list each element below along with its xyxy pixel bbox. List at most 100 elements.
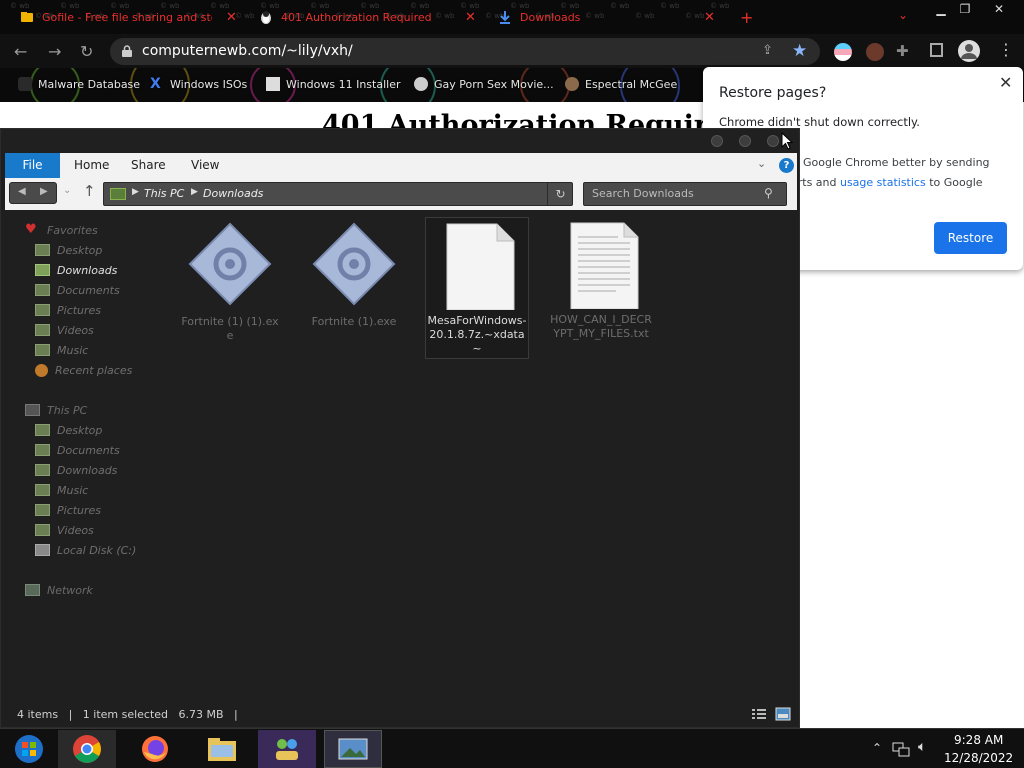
sidebar-item-downloads[interactable]: Downloads xyxy=(35,461,117,479)
sidebar-this-pc[interactable]: This PC xyxy=(25,401,87,419)
start-button[interactable] xyxy=(0,730,58,768)
forward-arrow-icon[interactable]: → xyxy=(48,42,61,61)
sidebar-network[interactable]: Network xyxy=(25,581,93,599)
tab-close-icon[interactable]: ✕ xyxy=(704,10,715,25)
help-icon[interactable]: ? xyxy=(779,158,794,173)
address-bar[interactable]: computernewb.com/~lily/vxh/ ⇪ ★ xyxy=(110,38,820,65)
x-logo-icon: X xyxy=(150,76,161,92)
bookmark-espectral-mcgee[interactable]: Espectral McGee xyxy=(565,77,677,91)
bookmark-star-icon[interactable]: ★ xyxy=(792,41,807,61)
tab-close-icon[interactable]: ✕ xyxy=(465,10,476,25)
clock-time[interactable]: 9:28 AM xyxy=(954,733,1003,747)
sidebar-label: Videos xyxy=(57,323,94,337)
large-icons-view-icon[interactable] xyxy=(775,707,791,721)
browser-toolbar: ← → ↻ computernewb.com/~lily/vxh/ ⇪ ★ ✚ … xyxy=(0,34,1024,68)
executable-icon xyxy=(312,222,396,306)
share-icon[interactable]: ⇪ xyxy=(762,43,773,58)
file-item-selected[interactable]: MesaForWindows-20.1.8.7z.~xdata~ xyxy=(425,217,529,359)
profile-avatar-icon[interactable] xyxy=(958,40,980,62)
expand-ribbon-chevron-icon[interactable]: ⌄ xyxy=(757,157,766,170)
music-folder-icon xyxy=(35,344,50,356)
close-window-button[interactable]: ✕ xyxy=(984,0,1014,18)
bookmark-malware-database[interactable]: Malware Database xyxy=(18,77,140,91)
restore-window-button[interactable]: ❐ xyxy=(950,0,980,18)
search-icon[interactable]: ⚲ xyxy=(764,186,773,200)
network-icon[interactable] xyxy=(892,741,910,757)
menu-kebab-icon[interactable]: ⋮ xyxy=(998,40,1014,59)
tab-share[interactable]: Share xyxy=(131,153,166,178)
tab-downloads[interactable]: Downloads ✕ xyxy=(498,6,718,28)
bookmark-windows-isos[interactable]: X Windows ISOs xyxy=(150,77,247,91)
search-box[interactable]: Search Downloads ⚲ xyxy=(583,182,787,206)
close-button[interactable] xyxy=(767,135,779,147)
taskbar-app-users[interactable] xyxy=(258,730,316,768)
breadcrumb-downloads[interactable]: Downloads xyxy=(203,187,263,200)
bookmark-label: Windows ISOs xyxy=(170,77,248,91)
clock-date[interactable]: 12/28/2022 xyxy=(944,751,1013,765)
chrome-icon xyxy=(73,735,101,763)
sidebar-label: Pictures xyxy=(57,303,102,317)
bookmark-movie[interactable]: Gay Porn Sex Movie... xyxy=(414,77,554,91)
maximize-button[interactable] xyxy=(739,135,751,147)
bookmark-windows-11-installer[interactable]: Windows 11 Installer xyxy=(266,77,401,91)
tab-gofile[interactable]: Gofile - Free file sharing and sto ✕ xyxy=(20,6,240,28)
file-item[interactable]: Fortnite (1).exe xyxy=(303,221,405,351)
sidebar-favorites[interactable]: ♥ Favorites xyxy=(25,221,98,239)
tab-close-icon[interactable]: ✕ xyxy=(226,10,237,25)
show-hidden-icons-chevron-icon[interactable]: ⌃ xyxy=(872,741,882,755)
taskbar-file-explorer[interactable] xyxy=(193,730,251,768)
back-arrow-icon[interactable]: ◀ xyxy=(18,186,26,197)
details-view-icon[interactable] xyxy=(751,707,767,721)
tab-search-chevron-icon[interactable]: ⌄ xyxy=(898,8,908,22)
sidebar-item-documents[interactable]: Documents xyxy=(35,281,120,299)
file-item[interactable]: HOW_CAN_I_DECRYPT_MY_FILES.txt xyxy=(549,221,653,361)
file-name: Fortnite (1).exe xyxy=(311,315,397,328)
back-arrow-icon[interactable]: ← xyxy=(14,42,27,61)
tab-view[interactable]: View xyxy=(191,153,219,178)
volume-icon[interactable]: 🔈︎ xyxy=(918,739,926,755)
usage-statistics-link[interactable]: usage statistics xyxy=(840,176,926,189)
sidebar-item-desktop[interactable]: Desktop xyxy=(35,421,102,439)
minimize-button[interactable] xyxy=(711,135,723,147)
sidebar-item-music[interactable]: Music xyxy=(35,481,88,499)
refresh-icon[interactable]: ↻ xyxy=(547,183,573,205)
heart-icon: ♥ xyxy=(25,222,37,237)
taskbar-image-viewer[interactable] xyxy=(324,730,382,768)
tab-home[interactable]: Home xyxy=(74,153,109,178)
sidebar-item-desktop[interactable]: Desktop xyxy=(35,241,102,259)
side-panel-icon[interactable] xyxy=(930,43,943,57)
recent-locations-chevron-icon[interactable]: ⌄ xyxy=(63,185,71,196)
sidebar-item-recent-places[interactable]: Recent places xyxy=(35,361,132,379)
reload-icon[interactable]: ↻ xyxy=(80,42,93,61)
address-bar[interactable]: ▶ This PC ▶ Downloads ↻ xyxy=(103,182,573,206)
sidebar-item-local-disk[interactable]: Local Disk (C:) xyxy=(35,541,136,559)
sidebar-label: Documents xyxy=(57,283,120,297)
sidebar-item-music[interactable]: Music xyxy=(35,341,88,359)
close-icon[interactable]: ✕ xyxy=(999,73,1012,92)
extension-flag-icon[interactable] xyxy=(834,43,852,61)
file-item[interactable]: Fortnite (1) (1).exe xyxy=(179,221,281,351)
explorer-titlebar[interactable] xyxy=(1,129,799,153)
up-arrow-icon[interactable]: ↑ xyxy=(83,182,96,200)
sidebar-item-pictures[interactable]: Pictures xyxy=(35,501,101,519)
tab-file[interactable]: File xyxy=(5,153,60,178)
sidebar-item-videos[interactable]: Videos xyxy=(35,321,94,339)
status-bar: 4 items | 1 item selected 6.73 MB | xyxy=(1,703,799,727)
new-tab-button[interactable]: + xyxy=(740,8,753,27)
clock-icon xyxy=(35,363,48,377)
extension-avatar-icon[interactable] xyxy=(866,43,884,61)
sidebar-item-pictures[interactable]: Pictures xyxy=(35,301,101,319)
taskbar-firefox[interactable] xyxy=(126,730,184,768)
tab-401[interactable]: 401 Authorization Required ✕ xyxy=(259,6,479,28)
restore-button[interactable]: Restore xyxy=(934,222,1007,254)
sidebar-item-videos[interactable]: Videos xyxy=(35,521,94,539)
sidebar-item-downloads[interactable]: Downloads xyxy=(35,261,117,279)
breadcrumb-arrow-icon[interactable]: ▶ xyxy=(132,187,139,197)
breadcrumb-arrow-icon[interactable]: ▶ xyxy=(191,187,198,197)
breadcrumb-this-pc[interactable]: This PC xyxy=(144,187,184,200)
forward-arrow-icon[interactable]: ▶ xyxy=(40,186,48,197)
extensions-puzzle-icon[interactable]: ✚ xyxy=(896,42,909,60)
taskbar-chrome[interactable] xyxy=(58,730,116,768)
sidebar-item-documents[interactable]: Documents xyxy=(35,441,120,459)
firefox-icon xyxy=(142,736,168,762)
